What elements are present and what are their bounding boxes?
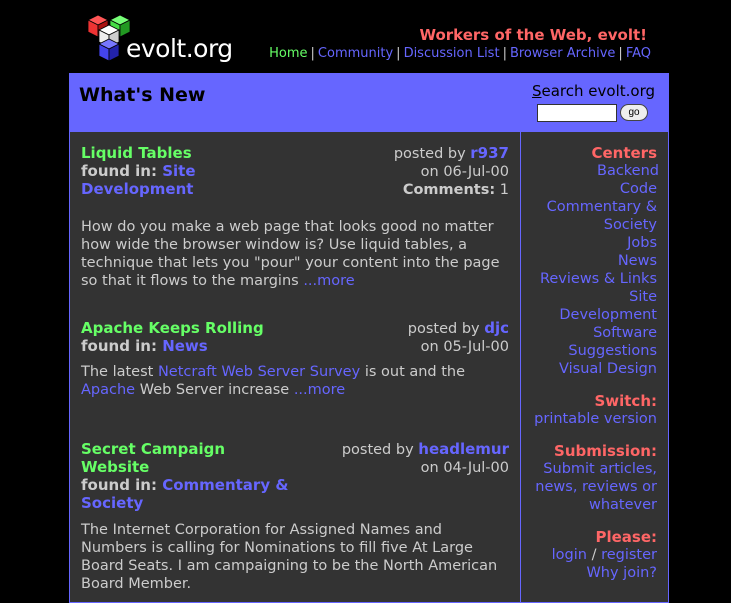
nav-home-link[interactable]: Home [269, 46, 307, 61]
sidebar: Centers Backend Code Commentary & Societ… [521, 132, 668, 602]
nav-separator: | [502, 46, 507, 61]
login-register-row: login / register [552, 546, 657, 564]
search-go-button[interactable]: go [620, 104, 648, 121]
author-link[interactable]: djc [484, 319, 509, 337]
nav-separator: | [310, 46, 315, 61]
article-title[interactable]: Secret Campaign Website [81, 440, 271, 476]
author-link[interactable]: r937 [470, 144, 509, 162]
article-title[interactable]: Apache Keeps Rolling [81, 319, 264, 337]
nav-discussion-list-link[interactable]: Discussion List [404, 46, 500, 61]
centers-heading: Centers [591, 144, 657, 162]
article-summary: The Internet Corporation for Assigned Na… [81, 521, 511, 593]
article-meta: posted by djc on 05-Jul-00 [408, 319, 509, 356]
nav-community-link[interactable]: Community [318, 46, 393, 61]
center-link[interactable]: Backend Code [597, 162, 659, 198]
nav-separator: | [396, 46, 401, 61]
summary-text: How do you make a web page that looks go… [81, 219, 500, 289]
sidebar-submission: Submission: Submit articles, news, revie… [529, 442, 657, 514]
apache-link[interactable]: Apache [81, 382, 135, 398]
login-link[interactable]: login [552, 547, 587, 563]
article-meta: posted by r937 on 06-Jul-00 Comments: 1 [394, 144, 509, 199]
submission-heading: Submission: [554, 442, 657, 460]
summary-text: is out and the [364, 364, 466, 380]
why-join-link[interactable]: Why join? [552, 564, 657, 582]
post-date: on 06-Jul-00 [420, 164, 509, 180]
article-item: Apache Keeps Rolling found in: News post… [81, 319, 511, 409]
more-link[interactable]: ...more [294, 382, 345, 398]
summary-text: The latest [81, 364, 154, 380]
news-column: Liquid Tables found in: Site Development… [70, 132, 520, 602]
article-category: found in: Commentary & Society [81, 476, 311, 512]
sidebar-centers: Centers Backend Code Commentary & Societ… [537, 144, 659, 378]
center-link[interactable]: Reviews & Links [537, 270, 657, 288]
comments-label: Comments: [402, 182, 496, 198]
author-link[interactable]: headlemur [418, 440, 509, 458]
register-link[interactable]: register [601, 547, 657, 563]
search-input[interactable] [537, 104, 617, 122]
more-link[interactable]: ...more [303, 273, 354, 289]
found-in-label: found in: [81, 337, 157, 355]
sidebar-switch: Switch: printable version [534, 392, 657, 428]
article-meta: posted by headlemur on 04-Jul-00 [342, 440, 509, 477]
logo-text: evolt.org [126, 34, 233, 63]
article-category: found in: News [81, 337, 208, 355]
search-label-accesskey: S [531, 82, 542, 100]
center-link[interactable]: Jobs [537, 234, 657, 252]
center-link[interactable]: News [537, 252, 657, 270]
center-link[interactable]: Visual Design [537, 360, 657, 378]
top-navigation: Home | Community | Discussion List | Browser A… [269, 46, 651, 61]
site-tagline: Workers of the Web, evolt! [419, 26, 647, 44]
found-in-label: found in: [81, 162, 157, 180]
center-link[interactable]: Suggestions [537, 342, 657, 360]
article-item: Liquid Tables found in: Site Development… [81, 144, 511, 294]
printable-version-link[interactable]: printable version [534, 410, 657, 428]
category-link[interactable]: News [162, 337, 208, 355]
summary-text: The Internet Corporation for Assigned Na… [81, 522, 498, 592]
center-link[interactable]: Commentary & Society [537, 198, 657, 234]
page-header: What's New Search evolt.org go [70, 74, 668, 130]
article-summary: How do you make a web page that looks go… [81, 218, 511, 290]
article-category: found in: Site Development [81, 162, 281, 198]
article-summary: The latest Netcraft Web Server Survey is… [81, 363, 511, 399]
post-date: on 04-Jul-00 [420, 460, 509, 476]
nav-separator: | [618, 46, 623, 61]
article-title[interactable]: Liquid Tables [81, 144, 192, 162]
center-link[interactable]: Site Development [547, 288, 657, 324]
nav-faq-link[interactable]: FAQ [626, 46, 651, 61]
switch-heading: Switch: [594, 392, 657, 410]
found-in-label: found in: [81, 476, 157, 494]
page-title: What's New [79, 84, 206, 106]
site-logo[interactable]: evolt.org [86, 14, 233, 64]
submit-link[interactable]: Submit articles, news, reviews or whatev… [529, 460, 657, 514]
sidebar-please: Please: login / register Why join? [552, 528, 657, 582]
posted-by-label: posted by [341, 442, 414, 458]
posted-by-label: posted by [407, 321, 480, 337]
posted-by-label: posted by [393, 146, 466, 162]
netcraft-survey-link[interactable]: Netcraft Web Server Survey [158, 364, 360, 380]
login-register-separator: / [591, 547, 597, 563]
article-item: Secret Campaign Website found in: Commen… [81, 440, 511, 600]
search-label: Search evolt.org [532, 82, 655, 100]
center-link[interactable]: Software [537, 324, 657, 342]
search-label-text: earch evolt.org [541, 82, 655, 100]
summary-text: Web Server increase [139, 382, 290, 398]
comments-count: 1 [499, 182, 509, 198]
post-date: on 05-Jul-00 [420, 339, 509, 355]
please-heading: Please: [595, 528, 657, 546]
nav-browser-archive-link[interactable]: Browser Archive [510, 46, 615, 61]
